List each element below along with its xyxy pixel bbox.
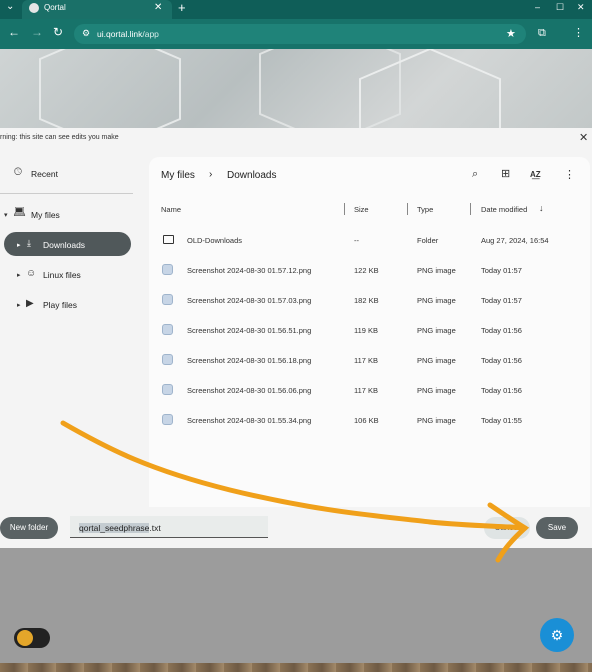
- sidebar-item-recent[interactable]: Recent: [31, 169, 58, 179]
- page-background-bottom: [0, 548, 592, 672]
- file-type: PNG image: [417, 356, 456, 365]
- filename-selected: qortal_seedphrase: [79, 523, 150, 533]
- window-close-icon[interactable]: ✕: [577, 2, 585, 13]
- file-date: Today 01:55: [481, 416, 522, 425]
- search-icon[interactable]: ⌕: [472, 168, 478, 181]
- file-size: 119 KB: [354, 326, 379, 335]
- filename-text[interactable]: qortal_seedphrase.txt: [79, 523, 161, 533]
- column-separator[interactable]: [407, 203, 408, 215]
- more-options-icon[interactable]: ⋮: [564, 168, 575, 181]
- filename-extension: .txt: [149, 523, 161, 533]
- breadcrumb-separator: ›: [209, 169, 213, 180]
- sidebar-item-linux-files[interactable]: Linux files: [43, 270, 81, 280]
- column-header-name[interactable]: Name: [161, 205, 181, 214]
- file-type: PNG image: [417, 416, 456, 425]
- site-info-icon[interactable]: ⚙: [82, 28, 90, 39]
- file-name: Screenshot 2024-08-30 01.56.06.png: [187, 386, 312, 395]
- edit-warning-text: rning: this site can see edits you make: [0, 134, 119, 141]
- breadcrumb-current: Downloads: [227, 170, 277, 181]
- tab-search-icon[interactable]: ⌄: [6, 1, 14, 12]
- sort-down-arrow-icon[interactable]: ↓: [539, 203, 544, 213]
- file-type: PNG image: [417, 266, 456, 275]
- file-name: OLD-Downloads: [187, 236, 243, 245]
- url-host: ui.qortal.link: [97, 29, 143, 39]
- file-date: Today 01:56: [481, 356, 522, 365]
- reload-icon[interactable]: ↻: [53, 25, 63, 39]
- settings-gear-icon[interactable]: ⚙: [540, 618, 574, 652]
- play-store-icon: ▶: [26, 298, 34, 309]
- save-button[interactable]: Save: [536, 517, 578, 539]
- file-date: Today 01:57: [481, 266, 522, 275]
- file-type: PNG image: [417, 386, 456, 395]
- sun-icon: [17, 630, 33, 646]
- linux-penguin-icon: ☺: [26, 268, 37, 279]
- file-type: Folder: [417, 236, 439, 245]
- column-header-date[interactable]: Date modified: [481, 205, 527, 214]
- bookmark-star-icon[interactable]: ★: [506, 27, 516, 40]
- url-text[interactable]: ui.qortal.link/app: [97, 29, 159, 39]
- recent-clock-icon: 🕓︎: [14, 167, 22, 178]
- qortal-favicon-icon: [29, 3, 39, 13]
- forward-icon[interactable]: →: [31, 25, 43, 39]
- file-date: Today 01:56: [481, 386, 522, 395]
- file-size: --: [354, 236, 359, 245]
- image-file-icon: [162, 354, 173, 365]
- file-type: PNG image: [417, 326, 456, 335]
- tab-close-icon[interactable]: ✕: [154, 2, 162, 13]
- tab-title: Qortal: [44, 3, 66, 12]
- image-file-icon: [162, 324, 173, 335]
- file-size: 117 KB: [354, 356, 379, 365]
- grid-view-icon[interactable]: ⊞: [501, 167, 510, 180]
- new-folder-button[interactable]: New folder: [0, 517, 58, 539]
- extensions-icon[interactable]: ⧉: [538, 27, 546, 40]
- image-file-icon: [162, 294, 173, 305]
- page-background: [0, 49, 592, 129]
- file-name: Screenshot 2024-08-30 01.56.18.png: [187, 356, 312, 365]
- url-path: /app: [142, 29, 159, 39]
- file-size: 122 KB: [354, 266, 379, 275]
- download-icon: ⤓: [27, 238, 31, 248]
- maximize-icon[interactable]: ☐: [556, 2, 564, 13]
- menu-kebab-icon[interactable]: ⋮: [573, 26, 584, 39]
- column-header-type[interactable]: Type: [417, 205, 433, 214]
- column-separator[interactable]: [470, 203, 471, 215]
- image-file-icon: [162, 414, 173, 425]
- file-size: 117 KB: [354, 386, 379, 395]
- file-name: Screenshot 2024-08-30 01.56.51.png: [187, 326, 312, 335]
- sidebar-item-downloads-label: Downloads: [43, 240, 86, 250]
- expand-triangle-icon[interactable]: ▸: [17, 241, 21, 249]
- dialog-close-icon[interactable]: ✕: [579, 131, 588, 144]
- file-date: Today 01:57: [481, 296, 522, 305]
- file-name: Screenshot 2024-08-30 01.57.03.png: [187, 296, 312, 305]
- image-file-icon: [162, 264, 173, 275]
- sidebar-item-play-files[interactable]: Play files: [43, 300, 77, 310]
- file-size: 106 KB: [354, 416, 379, 425]
- new-tab-button[interactable]: +: [178, 0, 186, 15]
- floor-strip: [0, 663, 592, 672]
- file-date: Today 01:56: [481, 326, 522, 335]
- breadcrumb-root[interactable]: My files: [161, 170, 195, 181]
- laptop-icon: 💻︎: [13, 207, 26, 218]
- expand-triangle-icon[interactable]: ▸: [17, 271, 21, 279]
- expand-triangle-icon[interactable]: ▸: [17, 301, 21, 309]
- file-type: PNG image: [417, 296, 456, 305]
- minimize-icon[interactable]: –: [535, 2, 540, 12]
- folder-icon: [163, 235, 174, 244]
- file-name: Screenshot 2024-08-30 01.55.34.png: [187, 416, 312, 425]
- file-name: Screenshot 2024-08-30 01.57.12.png: [187, 266, 312, 275]
- sort-az-icon[interactable]: A͟Z: [530, 170, 541, 179]
- file-size: 182 KB: [354, 296, 379, 305]
- column-separator[interactable]: [344, 203, 345, 215]
- image-file-icon: [162, 384, 173, 395]
- file-date: Aug 27, 2024, 16:54: [481, 236, 549, 245]
- back-icon[interactable]: ←: [8, 25, 20, 39]
- column-header-size[interactable]: Size: [354, 205, 369, 214]
- sidebar-divider: [0, 193, 133, 194]
- collapse-triangle-icon[interactable]: ▾: [4, 211, 8, 219]
- cancel-button[interactable]: Cancel: [484, 517, 530, 539]
- sidebar-item-my-files[interactable]: My files: [31, 210, 60, 220]
